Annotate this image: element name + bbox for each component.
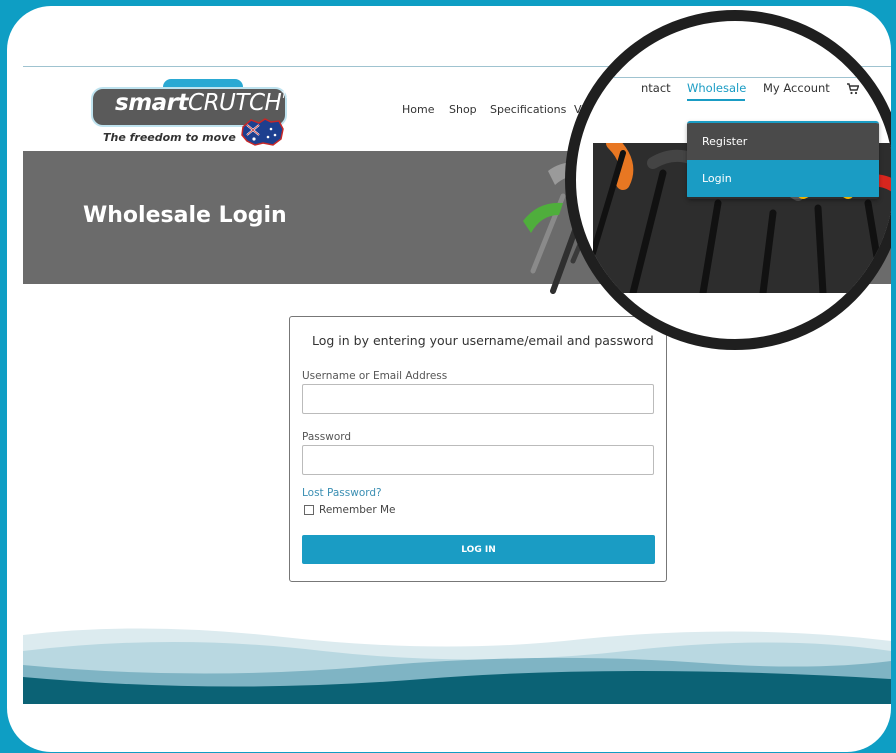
username-input[interactable] bbox=[302, 384, 654, 414]
password-input[interactable] bbox=[302, 445, 654, 475]
nav-contact-partial[interactable]: ntact bbox=[641, 81, 671, 95]
cart-icon[interactable] bbox=[847, 83, 859, 95]
nav-wholesale-underline bbox=[687, 99, 745, 101]
logo-wordmark: smartCRUTCHTM bbox=[115, 90, 294, 116]
magnified-header: ntact Wholesale My Account Register Logi… bbox=[576, 23, 891, 339]
login-button[interactable]: LOG IN bbox=[302, 535, 655, 564]
lost-password-link[interactable]: Lost Password? bbox=[302, 487, 382, 499]
magnified-divider bbox=[576, 77, 891, 78]
nav-my-account[interactable]: My Account bbox=[763, 81, 830, 95]
screenshot-card: smartCRUTCHTM The freedom to move Home S… bbox=[7, 6, 891, 752]
nav-wholesale[interactable]: Wholesale bbox=[687, 81, 746, 95]
login-form: Log in by entering your username/email a… bbox=[289, 316, 667, 582]
magnifier-lens: ntact Wholesale My Account Register Logi… bbox=[565, 10, 891, 350]
nav-shop[interactable]: Shop bbox=[449, 103, 477, 116]
nav-specifications[interactable]: Specifications bbox=[490, 103, 566, 116]
dropdown-item-login[interactable]: Login bbox=[687, 160, 879, 197]
username-label: Username or Email Address bbox=[302, 370, 448, 382]
remember-me[interactable]: Remember Me bbox=[304, 504, 396, 516]
remember-me-checkbox[interactable] bbox=[304, 505, 314, 515]
site-logo[interactable]: smartCRUTCHTM The freedom to move bbox=[83, 79, 294, 151]
dropdown-item-register[interactable]: Register bbox=[687, 123, 879, 160]
page-title: Wholesale Login bbox=[83, 203, 287, 228]
page: smartCRUTCHTM The freedom to move Home S… bbox=[7, 6, 891, 752]
footer-waves bbox=[23, 628, 891, 704]
logo-tagline: The freedom to move bbox=[103, 131, 236, 144]
nav-home[interactable]: Home bbox=[402, 103, 434, 116]
wholesale-dropdown: Register Login bbox=[687, 121, 879, 199]
password-label: Password bbox=[302, 431, 352, 443]
australia-map-flag-icon bbox=[241, 118, 284, 146]
remember-me-label: Remember Me bbox=[319, 504, 396, 516]
